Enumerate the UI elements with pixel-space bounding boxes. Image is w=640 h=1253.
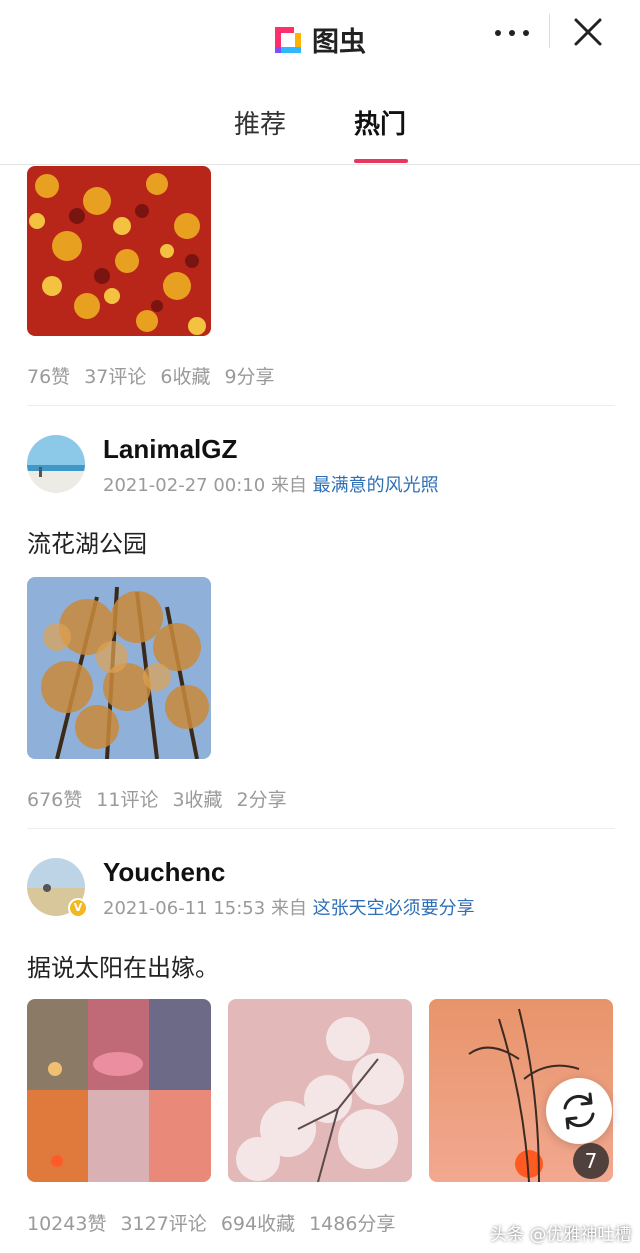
favorites-count[interactable]: 6收藏 xyxy=(160,366,210,388)
from-label: 来自 xyxy=(270,898,307,919)
sunset-grid-image xyxy=(27,999,211,1182)
avatar[interactable] xyxy=(27,435,85,493)
watermark: 头条 @优雅神吐槽 xyxy=(490,1225,632,1245)
post-meta: 2021-06-11 15:53 来自 这张天空必须要分享 xyxy=(103,894,475,920)
tab-recommended[interactable]: 推荐 xyxy=(234,104,286,141)
post-meta: 2021-02-27 00:10 来自 最满意的风光照 xyxy=(103,471,439,497)
post-time: 2021-02-27 00:10 xyxy=(103,475,266,496)
post-stats: 10243赞 3127评论 694收藏 1486分享 xyxy=(27,1209,409,1236)
app-name: 图虫 xyxy=(312,27,366,58)
likes-count[interactable]: 10243赞 xyxy=(27,1213,106,1235)
comments-count[interactable]: 37评论 xyxy=(84,366,146,388)
favorites-count[interactable]: 3收藏 xyxy=(172,789,222,811)
comments-count[interactable]: 11评论 xyxy=(96,789,158,811)
likes-count[interactable]: 76赞 xyxy=(27,366,70,388)
tab-hot[interactable]: 热门 xyxy=(354,104,406,141)
close-button[interactable] xyxy=(568,12,608,52)
likes-count[interactable]: 676赞 xyxy=(27,789,82,811)
post-caption: 流花湖公园 xyxy=(27,530,147,558)
refresh-button[interactable] xyxy=(546,1078,612,1144)
top-bar: 图虫 xyxy=(0,0,640,70)
post-photo-sunset-grid[interactable] xyxy=(27,999,211,1182)
more-options-button[interactable] xyxy=(490,18,534,48)
leaves-image xyxy=(27,166,211,336)
tuchong-logo-icon xyxy=(275,26,301,53)
header-divider xyxy=(549,14,550,48)
refresh-icon xyxy=(563,1092,595,1130)
shares-count[interactable]: 1486分享 xyxy=(309,1213,395,1235)
post-divider xyxy=(27,828,615,829)
verified-badge: V xyxy=(68,898,88,918)
source-link[interactable]: 最满意的风光照 xyxy=(313,475,439,496)
more-dots-icon xyxy=(495,30,529,36)
post-photo-autumn-leaves[interactable] xyxy=(27,166,211,336)
post-time: 2021-06-11 15:53 xyxy=(103,898,266,919)
comments-count[interactable]: 3127评论 xyxy=(120,1213,206,1235)
username[interactable]: Youchenc xyxy=(103,857,225,888)
app-logo: 图虫 xyxy=(272,20,366,59)
favorites-count[interactable]: 694收藏 xyxy=(221,1213,295,1235)
image-count-badge: 7 xyxy=(573,1143,609,1179)
from-label: 来自 xyxy=(270,475,307,496)
shares-count[interactable]: 9分享 xyxy=(224,366,274,388)
username[interactable]: LanimalGZ xyxy=(103,434,237,465)
post-photo-trees[interactable] xyxy=(27,577,211,759)
active-tab-indicator xyxy=(354,159,408,163)
shares-count[interactable]: 2分享 xyxy=(237,789,287,811)
post-caption: 据说太阳在出嫁。 xyxy=(27,954,219,982)
close-icon xyxy=(574,18,602,46)
source-link[interactable]: 这张天空必须要分享 xyxy=(313,898,475,919)
post-photo-blossoms[interactable] xyxy=(228,999,412,1182)
post-divider xyxy=(27,405,615,406)
post-stats: 76赞 37评论 6收藏 9分享 xyxy=(27,362,289,389)
post-stats: 676赞 11评论 3收藏 2分享 xyxy=(27,785,301,812)
trees-image xyxy=(27,577,211,759)
avatar-beach-image xyxy=(27,435,85,493)
feed-tabs: 推荐 热门 xyxy=(0,70,640,165)
blossoms-image xyxy=(228,999,412,1182)
